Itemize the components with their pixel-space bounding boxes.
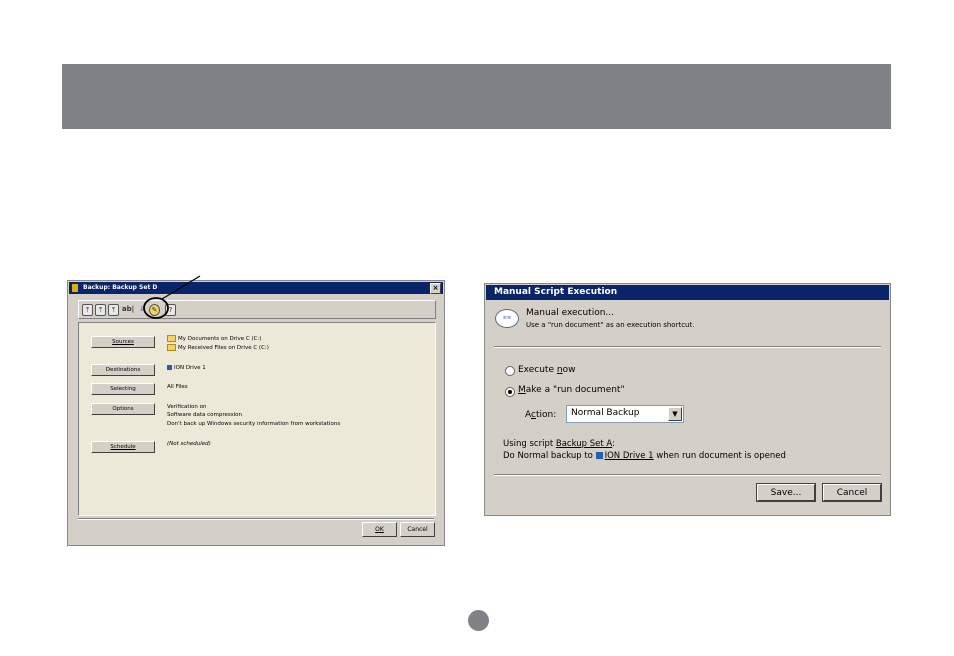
- label-part: ake a "run document": [525, 385, 625, 395]
- action-label: Action:: [525, 410, 556, 420]
- label-part: Execute: [518, 365, 557, 375]
- chevron-down-icon[interactable]: ▼: [668, 407, 682, 421]
- page-marker: [468, 610, 489, 631]
- divider: [494, 346, 881, 348]
- label-part: M: [518, 385, 526, 395]
- label-part: ow: [562, 365, 576, 375]
- header-title: Manual execution...: [526, 308, 615, 318]
- action-value: Normal Backup: [571, 408, 640, 418]
- header-subtitle: Use a "run document" as an execution sho…: [526, 321, 695, 329]
- script-info: Using script Backup Set A:: [503, 439, 615, 449]
- window-title: Manual Script Execution: [486, 285, 889, 300]
- drive-link[interactable]: ION Drive 1: [605, 451, 654, 461]
- manual-script-execution-window: Manual Script Execution ≡≡ Manual execut…: [484, 283, 891, 516]
- save-button[interactable]: Save...: [756, 483, 816, 502]
- cancel-button[interactable]: Cancel: [822, 483, 882, 502]
- divider: [494, 474, 881, 476]
- make-run-document-label[interactable]: Make a "run document": [518, 385, 625, 395]
- label-part: tion:: [535, 410, 557, 420]
- dialog-header: ≡≡ Manual execution... Use a "run docume…: [485, 301, 890, 344]
- callout-line: [161, 275, 201, 300]
- callout-circle: [143, 297, 169, 319]
- action-dropdown[interactable]: Normal Backup ▼: [566, 405, 684, 423]
- drive-icon: [595, 452, 603, 459]
- script-link[interactable]: Backup Set A: [556, 439, 612, 449]
- execute-now-label[interactable]: Execute now: [518, 365, 575, 375]
- make-run-document-radio[interactable]: [505, 387, 515, 397]
- script-bubble-icon: ≡≡: [495, 309, 519, 328]
- info-text: when run document is opened: [653, 451, 786, 461]
- backup-info: Do Normal backup to ION Drive 1 when run…: [503, 451, 786, 461]
- execute-now-radio[interactable]: [505, 366, 515, 376]
- info-text: Using script: [503, 439, 556, 449]
- info-text: :: [612, 439, 615, 449]
- info-text: Do Normal backup to: [503, 451, 596, 461]
